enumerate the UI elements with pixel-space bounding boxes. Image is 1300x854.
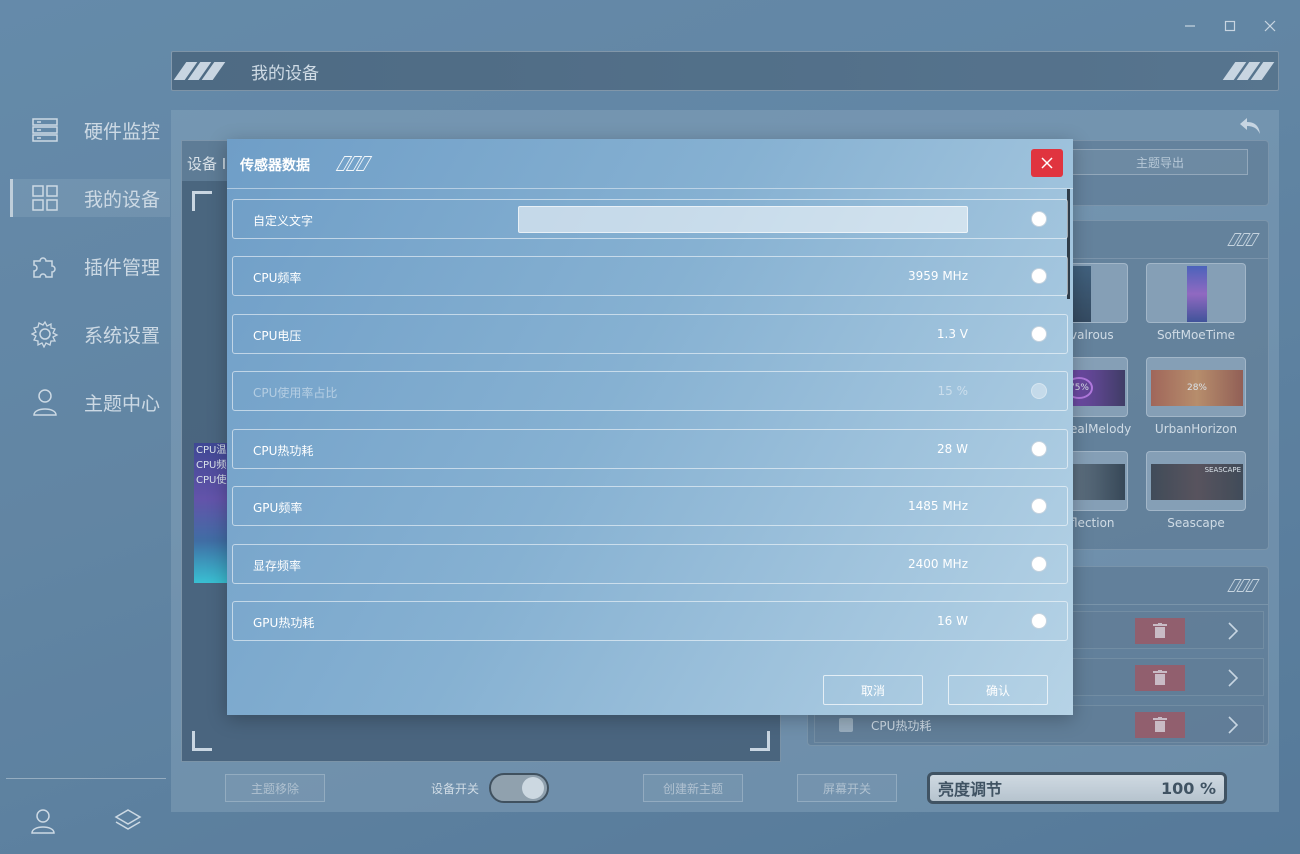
sensor-option-row[interactable]: CPU频率 3959 MHz bbox=[232, 256, 1068, 296]
sensor-radio[interactable] bbox=[1031, 326, 1047, 342]
sensor-name: CPU电压 bbox=[253, 329, 302, 343]
sensor-value: 15 % bbox=[937, 384, 969, 398]
sensor-option-row: CPU使用率占比 15 % bbox=[232, 371, 1068, 411]
sensor-value: 1485 MHz bbox=[907, 499, 968, 513]
sensor-name: 自定义文字 bbox=[253, 214, 314, 228]
sensor-radio[interactable] bbox=[1031, 441, 1047, 457]
sensor-data-dialog: 传感器数据 自定义文字 CPU频率 3959 MHz CPU电压 1.3 V C… bbox=[227, 139, 1073, 715]
sensor-radio[interactable] bbox=[1031, 268, 1047, 284]
custom-text-input[interactable] bbox=[518, 206, 968, 233]
sensor-radio bbox=[1031, 383, 1047, 399]
dialog-header: 传感器数据 bbox=[227, 139, 1073, 189]
sensor-value: 16 W bbox=[937, 614, 968, 628]
sensor-option-row[interactable]: 自定义文字 bbox=[232, 199, 1068, 239]
sensor-name: CPU频率 bbox=[253, 271, 302, 285]
sensor-radio[interactable] bbox=[1031, 613, 1047, 629]
close-icon bbox=[1041, 157, 1053, 169]
dialog-title: 传感器数据 bbox=[240, 158, 310, 174]
sensor-value: 1.3 V bbox=[936, 327, 968, 341]
sensor-name: GPU频率 bbox=[253, 501, 303, 515]
sensor-value: 28 W bbox=[937, 442, 968, 456]
dialog-stripes-icon bbox=[335, 156, 373, 171]
sensor-name: GPU热功耗 bbox=[253, 616, 315, 630]
sensor-option-row[interactable]: GPU频率 1485 MHz bbox=[232, 486, 1068, 526]
cancel-button[interactable]: 取消 bbox=[823, 675, 923, 705]
dialog-close-button[interactable] bbox=[1031, 149, 1063, 177]
sensor-name: CPU使用率占比 bbox=[253, 386, 338, 400]
sensor-radio[interactable] bbox=[1031, 556, 1047, 572]
sensor-radio[interactable] bbox=[1031, 498, 1047, 514]
sensor-name: CPU热功耗 bbox=[253, 444, 314, 458]
confirm-button[interactable]: 确认 bbox=[948, 675, 1048, 705]
sensor-value: 3959 MHz bbox=[907, 269, 968, 283]
sensor-option-row[interactable]: GPU热功耗 16 W bbox=[232, 601, 1068, 641]
sensor-option-row[interactable]: 显存频率 2400 MHz bbox=[232, 544, 1068, 584]
sensor-value: 2400 MHz bbox=[907, 557, 968, 571]
sensor-radio[interactable] bbox=[1031, 211, 1047, 227]
sensor-option-row[interactable]: CPU电压 1.3 V bbox=[232, 314, 1068, 354]
sensor-option-row[interactable]: CPU热功耗 28 W bbox=[232, 429, 1068, 469]
sensor-name: 显存频率 bbox=[253, 559, 302, 573]
